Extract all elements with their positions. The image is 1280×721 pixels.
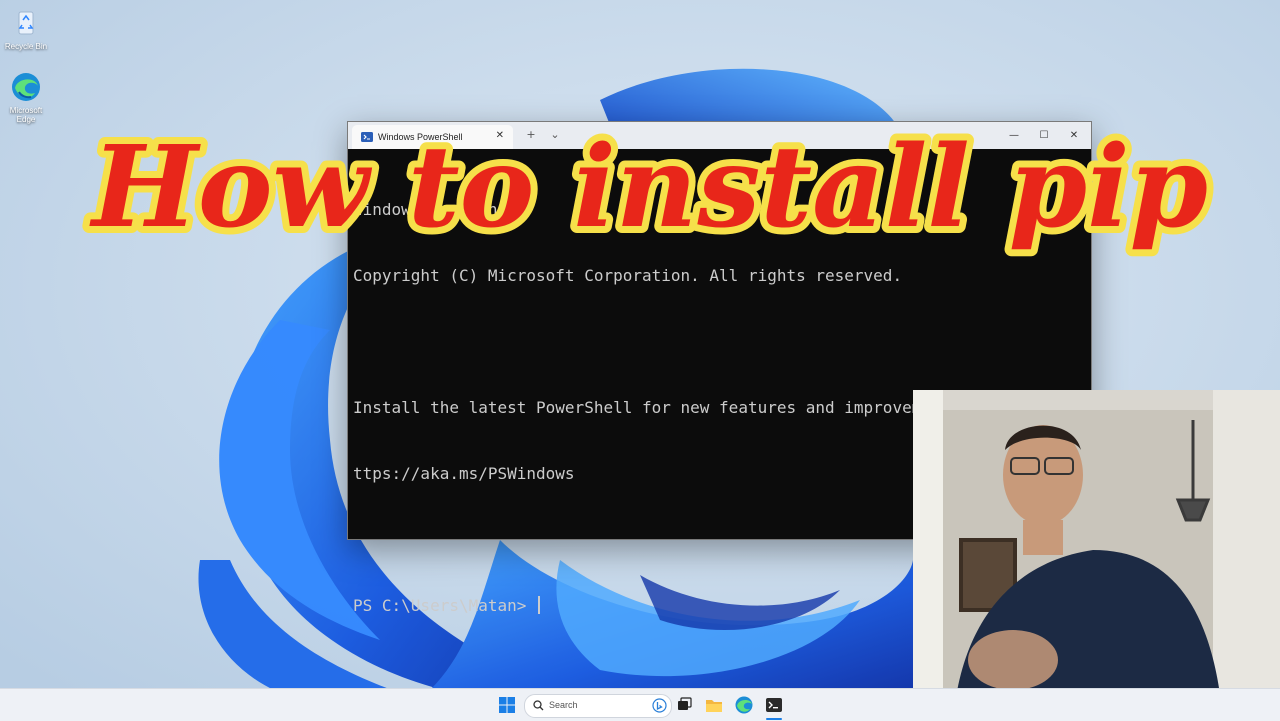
task-view-icon[interactable] bbox=[674, 695, 694, 715]
search-placeholder: Search bbox=[549, 700, 578, 710]
recycle-bin-icon bbox=[18, 11, 34, 35]
headline-text: How to install pip bbox=[89, 122, 1208, 253]
webcam-overlay bbox=[913, 390, 1280, 720]
prompt-text: PS C:\Users\Matan> bbox=[353, 596, 537, 615]
edge-icon bbox=[12, 73, 40, 101]
desktop-icon-label: Recycle Bin bbox=[4, 42, 48, 51]
taskbar-search-box[interactable]: Search bbox=[524, 694, 672, 718]
start-icon[interactable] bbox=[497, 695, 517, 715]
edge-icon[interactable] bbox=[734, 695, 754, 715]
search-icon bbox=[533, 700, 544, 711]
file-explorer-icon[interactable] bbox=[704, 695, 724, 715]
terminal-icon[interactable] bbox=[764, 695, 784, 715]
bing-icon[interactable] bbox=[652, 698, 667, 713]
video-title-overlay: How to install pip How to install pip bbox=[82, 115, 1215, 260]
taskbar: Search bbox=[0, 688, 1280, 721]
text-cursor bbox=[538, 596, 541, 614]
desktop-icon-recycle-bin[interactable]: Recycle Bin bbox=[0, 6, 52, 51]
